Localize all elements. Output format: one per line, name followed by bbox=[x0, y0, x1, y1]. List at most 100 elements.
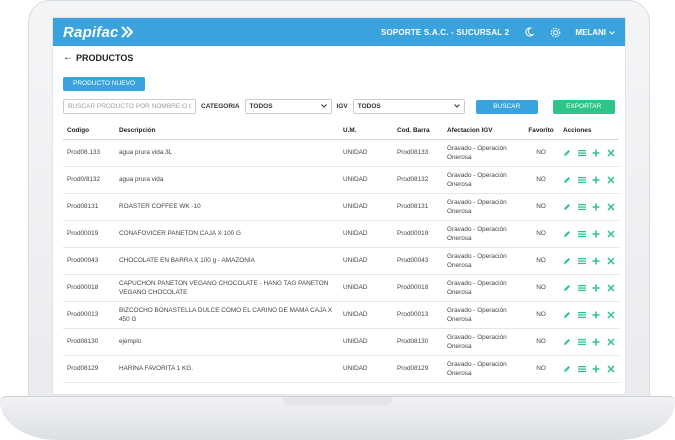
cell-cod-barra: Prod08129 bbox=[393, 355, 443, 383]
cell-descripcion: ejemplo bbox=[115, 328, 339, 356]
pencil-icon[interactable] bbox=[563, 283, 572, 293]
laptop-notch bbox=[283, 397, 393, 406]
pencil-icon[interactable] bbox=[563, 310, 572, 320]
list-icon[interactable] bbox=[577, 310, 587, 320]
list-icon[interactable] bbox=[577, 337, 587, 347]
plus-icon[interactable] bbox=[592, 148, 601, 158]
plus-icon[interactable] bbox=[592, 337, 601, 347]
cell-um: UNIDAD bbox=[339, 193, 393, 221]
list-icon[interactable] bbox=[577, 148, 587, 158]
cell-um: UNIDAD bbox=[339, 355, 393, 383]
close-icon[interactable] bbox=[607, 310, 616, 320]
cell-afectacion-igv: Gravado - Operación Onerosa bbox=[443, 274, 523, 302]
list-icon[interactable] bbox=[577, 229, 587, 239]
chevron-down-icon bbox=[320, 103, 327, 110]
table-row: Prod0/8132 agua prura vida UNIDAD Prod08132… bbox=[63, 166, 619, 194]
plus-icon[interactable] bbox=[592, 202, 601, 212]
cell-descripcion: CONAFOVICER PANETON CAJA X 100 G bbox=[115, 220, 339, 248]
close-icon[interactable] bbox=[607, 364, 616, 374]
cell-codigo: Prod08.133 bbox=[63, 139, 115, 167]
pencil-icon[interactable] bbox=[563, 337, 572, 347]
user-name: MELANI bbox=[575, 27, 606, 37]
pencil-icon[interactable] bbox=[563, 148, 572, 158]
table-row: Prod08.133 agua prura vida 3L UNIDAD Prod08… bbox=[63, 139, 619, 167]
close-icon[interactable] bbox=[607, 229, 616, 239]
pencil-icon[interactable] bbox=[563, 364, 572, 374]
table-row: Prod08130 ejemplo UNIDAD Prod08130 Gravado -… bbox=[63, 328, 619, 356]
moon-icon[interactable] bbox=[523, 26, 535, 38]
cell-codigo: Prod08129 bbox=[63, 355, 115, 383]
top-right: SOPORTE S.A.C. - SUCURSAL 2 MELANI bbox=[381, 26, 615, 38]
page-title: PRODUCTOS bbox=[76, 52, 134, 63]
products-table: Codigo Descripción U.M. Cod. Barra Afect… bbox=[63, 122, 619, 383]
cell-favorito: NO bbox=[523, 193, 559, 221]
cell-afectacion-igv: Gravado - Operación Onerosa bbox=[443, 355, 523, 383]
close-icon[interactable] bbox=[607, 175, 616, 185]
new-product-button[interactable]: PRODUCTO NUEVO bbox=[63, 77, 145, 91]
cell-favorito: NO bbox=[523, 166, 559, 194]
cell-acciones bbox=[559, 139, 619, 167]
cell-codigo: Prod00043 bbox=[63, 247, 115, 275]
cell-codigo: Prod00019 bbox=[63, 220, 115, 248]
close-icon[interactable] bbox=[607, 202, 616, 212]
plus-icon[interactable] bbox=[592, 229, 601, 239]
cell-acciones bbox=[559, 193, 619, 221]
search-button[interactable]: BUSCAR bbox=[475, 99, 538, 114]
pencil-icon[interactable] bbox=[563, 256, 572, 266]
close-icon[interactable] bbox=[607, 337, 616, 347]
cell-cod-barra: Prod08133 bbox=[393, 139, 443, 167]
igv-value: TODOS bbox=[357, 103, 381, 110]
list-icon[interactable] bbox=[577, 175, 587, 185]
list-icon[interactable] bbox=[577, 364, 587, 374]
close-icon[interactable] bbox=[607, 148, 616, 158]
close-icon[interactable] bbox=[607, 256, 616, 266]
gear-icon[interactable] bbox=[549, 26, 561, 38]
cell-acciones bbox=[559, 220, 619, 248]
row-actions bbox=[563, 229, 615, 239]
cell-favorito: NO bbox=[523, 274, 559, 302]
cell-descripcion: BIZCOCHO BONASTELLA DULCE COMO EL CARINO… bbox=[115, 301, 339, 329]
cell-cod-barra: Prod00019 bbox=[393, 220, 443, 248]
table-row: Prod08131 ROASTER COFFEE WK -10 UNIDAD Prod… bbox=[63, 193, 619, 221]
pencil-icon[interactable] bbox=[563, 202, 572, 212]
logo[interactable]: Rapifac bbox=[63, 24, 135, 41]
close-icon[interactable] bbox=[607, 283, 616, 293]
cell-codigo: Prod08130 bbox=[63, 328, 115, 356]
pencil-icon[interactable] bbox=[563, 175, 572, 185]
export-button[interactable]: EXPORTAR bbox=[552, 99, 615, 114]
row-actions bbox=[563, 202, 615, 212]
cell-cod-barra: Prod00018 bbox=[393, 274, 443, 302]
cell-acciones bbox=[559, 274, 619, 302]
list-icon[interactable] bbox=[577, 283, 587, 293]
cell-cod-barra: Prod00013 bbox=[393, 301, 443, 329]
plus-icon[interactable] bbox=[592, 175, 601, 185]
top-bar: Rapifac SOPORTE S.A.C. - SUCURSAL 2 MELA… bbox=[53, 18, 625, 46]
plus-icon[interactable] bbox=[592, 283, 601, 293]
cell-afectacion-igv: Gravado - Operación Onerosa bbox=[443, 166, 523, 194]
cell-favorito: NO bbox=[523, 328, 559, 356]
cell-descripcion: CHOCOLATE EN BARRA X 100 g - AMAZONIA bbox=[115, 247, 339, 275]
plus-icon[interactable] bbox=[592, 364, 601, 374]
cell-afectacion-igv: Gravado - Operación Onerosa bbox=[443, 193, 523, 221]
row-actions bbox=[563, 148, 615, 158]
user-menu[interactable]: MELANI bbox=[575, 28, 615, 37]
chevron-down-icon bbox=[453, 103, 460, 110]
category-select[interactable]: TODOS bbox=[244, 99, 332, 114]
list-icon[interactable] bbox=[577, 256, 587, 266]
cell-codigo: Prod00013 bbox=[63, 301, 115, 329]
list-icon[interactable] bbox=[577, 202, 587, 212]
row-actions bbox=[563, 337, 615, 347]
row-actions bbox=[563, 310, 615, 320]
filters-bar: CATEGORIA TODOS IGV TODOS BUSCAR EXPORTA… bbox=[53, 91, 625, 114]
cell-favorito: NO bbox=[523, 355, 559, 383]
arrow-left-icon[interactable]: ← bbox=[63, 52, 73, 63]
cell-um: UNIDAD bbox=[339, 328, 393, 356]
igv-select[interactable]: TODOS bbox=[352, 99, 465, 114]
plus-icon[interactable] bbox=[592, 256, 601, 266]
chevron-down-icon bbox=[609, 28, 615, 37]
cell-acciones bbox=[559, 166, 619, 194]
pencil-icon[interactable] bbox=[563, 229, 572, 239]
plus-icon[interactable] bbox=[592, 310, 601, 320]
cell-cod-barra: Prod08130 bbox=[393, 328, 443, 356]
search-input[interactable] bbox=[63, 99, 196, 114]
